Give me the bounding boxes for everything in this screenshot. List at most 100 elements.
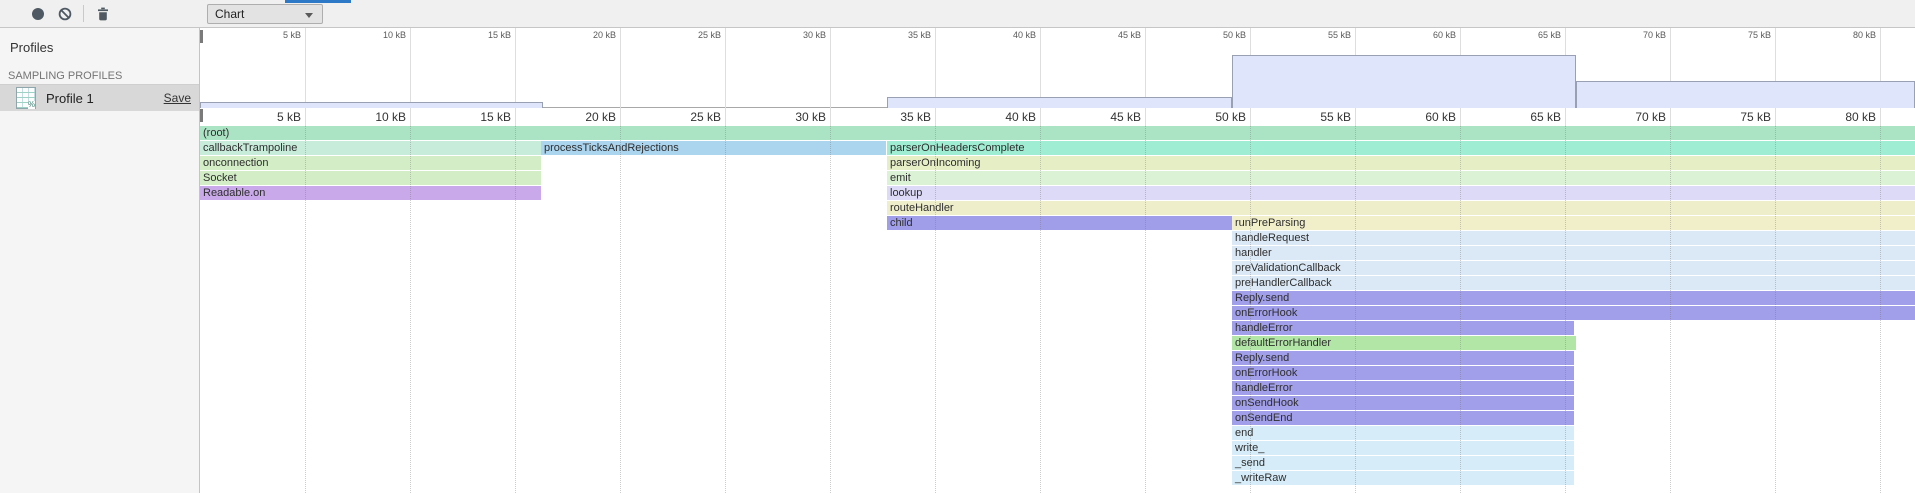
toolbar-separator bbox=[83, 5, 84, 22]
gridline bbox=[410, 28, 411, 126]
ruler-tick-label: 30 kB bbox=[768, 30, 826, 40]
gridline bbox=[1880, 126, 1881, 493]
flame-bar[interactable]: emit bbox=[887, 171, 1915, 185]
memory-overview[interactable] bbox=[200, 45, 1915, 108]
flame-bar[interactable]: handler bbox=[1232, 246, 1915, 260]
ruler-tick-label: 70 kB bbox=[1608, 110, 1666, 124]
view-mode-select[interactable]: Chart bbox=[207, 4, 323, 24]
scroll-thumb[interactable] bbox=[200, 30, 203, 43]
ruler-tick-label: 80 kB bbox=[1818, 110, 1876, 124]
gridline bbox=[830, 28, 831, 126]
ruler-tick-label: 75 kB bbox=[1713, 110, 1771, 124]
flame-bar[interactable]: handleError bbox=[1232, 381, 1574, 395]
toolbar: Chart bbox=[0, 0, 1915, 28]
ruler-tick-label: 20 kB bbox=[558, 110, 616, 124]
flame-bar[interactable]: routeHandler bbox=[887, 201, 1915, 215]
ruler-tick-label: 10 kB bbox=[348, 30, 406, 40]
ruler-tick-label: 15 kB bbox=[453, 110, 511, 124]
ruler-tick-label: 5 kB bbox=[243, 110, 301, 124]
ruler-tick-label: 35 kB bbox=[873, 110, 931, 124]
gridline bbox=[1880, 28, 1881, 126]
gridline bbox=[725, 28, 726, 126]
ruler-tick-label: 50 kB bbox=[1188, 30, 1246, 40]
flame-bar[interactable]: processTicksAndRejections bbox=[541, 141, 886, 155]
flame-bar[interactable]: parserOnHeadersComplete bbox=[887, 141, 1915, 155]
flame-bar[interactable]: Readable.on bbox=[200, 186, 541, 200]
overview-segment bbox=[1232, 55, 1576, 108]
overview-segment bbox=[1576, 81, 1915, 108]
gridline bbox=[935, 126, 936, 493]
flame-bar[interactable]: Reply.send bbox=[1232, 351, 1574, 365]
ruler-tick-label: 10 kB bbox=[348, 110, 406, 124]
gridline bbox=[830, 126, 831, 493]
flame-bar[interactable]: parserOnIncoming bbox=[887, 156, 1915, 170]
sidebar-item-profile-1[interactable]: % Profile 1 Save bbox=[0, 85, 199, 111]
flame-bar[interactable]: onconnection bbox=[200, 156, 541, 170]
gridline bbox=[1250, 126, 1251, 493]
ruler-tick-label: 40 kB bbox=[978, 30, 1036, 40]
gridline bbox=[1775, 126, 1776, 493]
ruler-tick-label: 15 kB bbox=[453, 30, 511, 40]
gridline bbox=[1565, 126, 1566, 493]
gridline bbox=[1670, 28, 1671, 126]
ruler-tick-label: 75 kB bbox=[1713, 30, 1771, 40]
flame-bar[interactable]: end bbox=[1232, 426, 1574, 440]
profiles-title: Profiles bbox=[10, 40, 53, 55]
gridline bbox=[620, 126, 621, 493]
overview-segment bbox=[887, 97, 1232, 108]
gridline bbox=[1040, 28, 1041, 126]
save-profile-link[interactable]: Save bbox=[164, 91, 191, 105]
ruler-tick-label: 40 kB bbox=[978, 110, 1036, 124]
ruler-tick-label: 55 kB bbox=[1293, 30, 1351, 40]
flame-bar[interactable]: write_ bbox=[1232, 441, 1574, 455]
gridline bbox=[515, 28, 516, 126]
flame-bar[interactable]: handleRequest bbox=[1232, 231, 1915, 245]
flame-bar[interactable]: _writeRaw bbox=[1232, 471, 1574, 485]
record-icon[interactable] bbox=[30, 6, 46, 22]
ruler-tick-label: 55 kB bbox=[1293, 110, 1351, 124]
gridline bbox=[1145, 126, 1146, 493]
ruler-tick-label: 5 kB bbox=[243, 30, 301, 40]
flame-bar[interactable]: (root) bbox=[200, 126, 1915, 140]
flame-bar[interactable]: Reply.send bbox=[1232, 291, 1915, 305]
gridline bbox=[1670, 126, 1671, 493]
flame-bar[interactable]: child bbox=[887, 216, 1232, 230]
flame-bar[interactable]: preHandlerCallback bbox=[1232, 276, 1915, 290]
flame-bar[interactable]: preValidationCallback bbox=[1232, 261, 1915, 275]
flame-bar[interactable]: callbackTrampoline bbox=[200, 141, 541, 155]
ruler-tick-label: 35 kB bbox=[873, 30, 931, 40]
sidebar: Profiles SAMPLING PROFILES % Profile 1 S… bbox=[0, 28, 200, 493]
ruler-tick-label: 60 kB bbox=[1398, 30, 1456, 40]
overview-ruler: 5 kB10 kB15 kB20 kB25 kB30 kB35 kB40 kB4… bbox=[200, 28, 1915, 45]
overview-segment bbox=[200, 102, 543, 108]
flame-bar[interactable]: runPreParsing bbox=[1232, 216, 1915, 230]
ruler-tick-label: 70 kB bbox=[1608, 30, 1666, 40]
flame-bar[interactable]: Socket bbox=[200, 171, 541, 185]
flame-bar[interactable]: onErrorHook bbox=[1232, 366, 1574, 380]
gridline bbox=[515, 126, 516, 493]
flame-bar[interactable]: lookup bbox=[887, 186, 1915, 200]
ruler-tick-label: 80 kB bbox=[1818, 30, 1876, 40]
profile-name: Profile 1 bbox=[46, 91, 94, 106]
flame-bar[interactable]: onSendHook bbox=[1232, 396, 1574, 410]
flame-ruler: 5 kB10 kB15 kB20 kB25 kB30 kB35 kB40 kB4… bbox=[200, 108, 1915, 126]
flame-bar[interactable]: onSendEnd bbox=[1232, 411, 1574, 425]
trash-icon[interactable] bbox=[95, 6, 111, 22]
ruler-tick-label: 45 kB bbox=[1083, 110, 1141, 124]
gridline bbox=[1040, 126, 1041, 493]
view-mode-label: Chart bbox=[215, 7, 244, 21]
gridline bbox=[1145, 28, 1146, 126]
profiler-window: Chart Profiles SAMPLING PROFILES % Profi… bbox=[0, 0, 1915, 493]
flame-bar[interactable]: handleError bbox=[1232, 321, 1574, 335]
flame-bar[interactable]: onErrorHook bbox=[1232, 306, 1915, 320]
gridline bbox=[305, 126, 306, 493]
gridline bbox=[305, 28, 306, 126]
scroll-thumb[interactable] bbox=[200, 109, 203, 122]
flame-bar[interactable]: defaultErrorHandler bbox=[1232, 336, 1576, 350]
flame-chart: (root)callbackTrampolineprocessTicksAndR… bbox=[200, 126, 1915, 493]
clear-icon[interactable] bbox=[57, 6, 73, 22]
flame-bar[interactable]: _send bbox=[1232, 456, 1574, 470]
sampling-profile-document-icon: % bbox=[16, 87, 36, 109]
gridline bbox=[410, 126, 411, 493]
ruler-tick-label: 30 kB bbox=[768, 110, 826, 124]
